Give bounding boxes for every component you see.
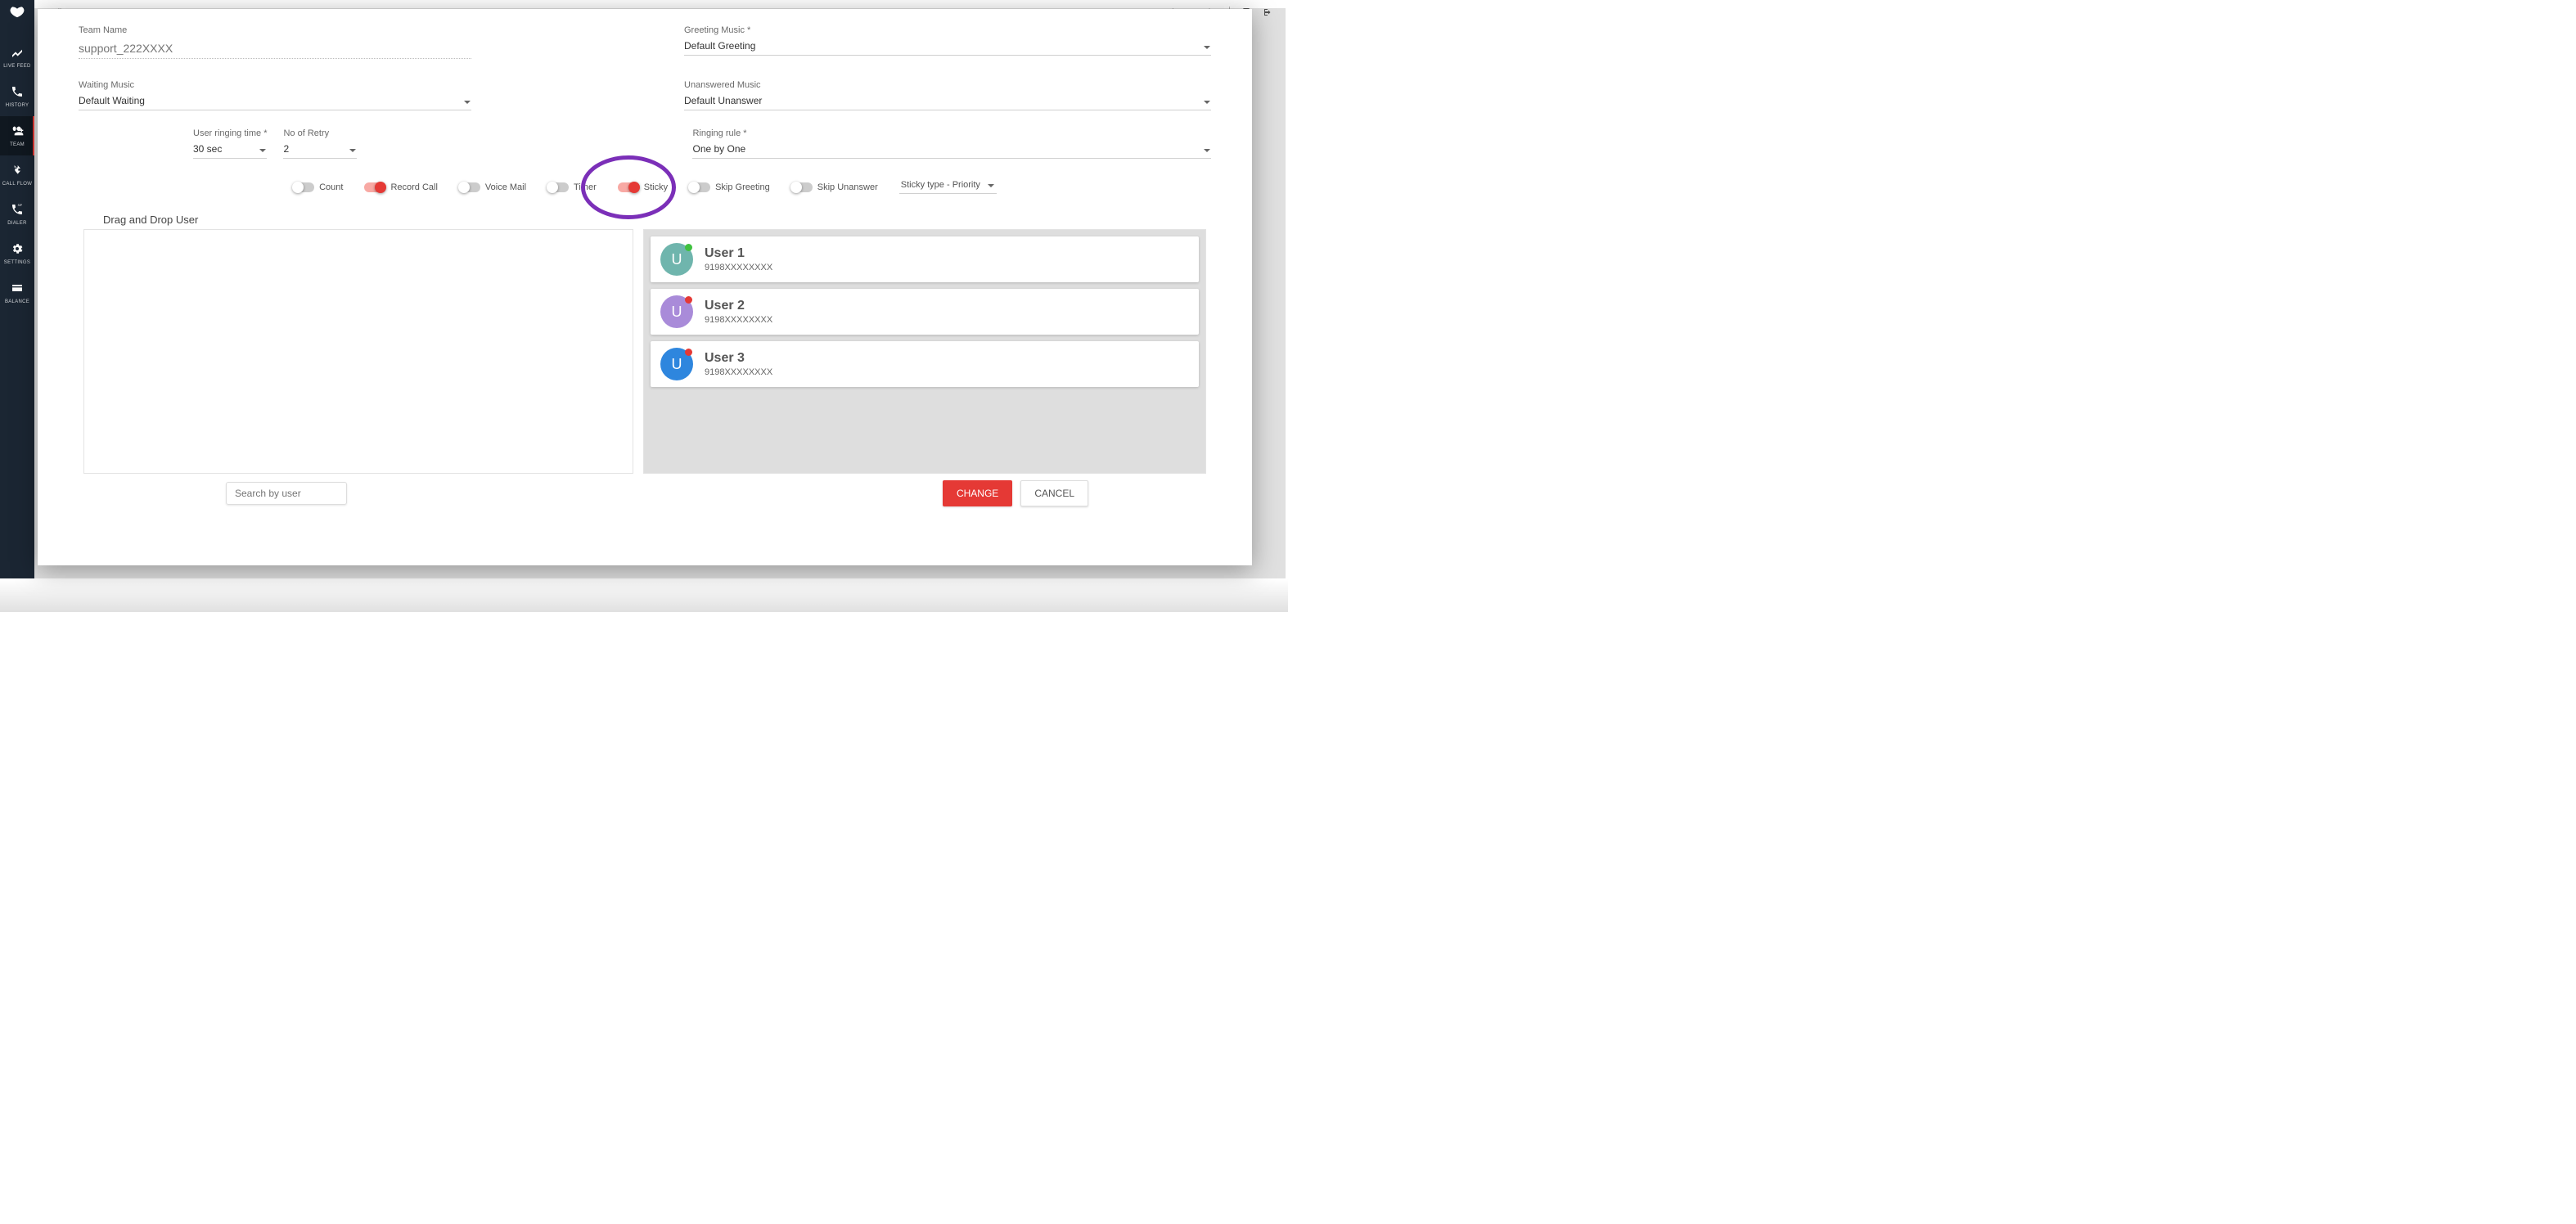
- sidebar-item-label: BALANCE: [5, 299, 29, 304]
- sidebar-item-settings[interactable]: SETTINGS: [0, 234, 34, 273]
- bottom-shadow: [0, 579, 1288, 612]
- toggle-count[interactable]: [293, 182, 314, 192]
- search-user-wrap[interactable]: [226, 482, 347, 505]
- sidebar-item-label: DIALER: [7, 221, 26, 226]
- team-name-label: Team Name: [79, 25, 471, 35]
- presence-status-icon: [685, 296, 692, 304]
- toggle-voice-mail-label: Voice Mail: [485, 182, 526, 192]
- toggles-row: Count Record Call Voice Mail Timer Stick…: [79, 180, 1211, 194]
- chevron-down-icon: [1203, 43, 1211, 52]
- user-card[interactable]: U User 3 9198XXXXXXXX: [651, 341, 1199, 387]
- ringing-time-label: User ringing time *: [193, 128, 267, 138]
- chevron-down-icon: [1203, 146, 1211, 155]
- sidebar-item-label: HISTORY: [6, 103, 29, 108]
- sidebar-item-dialer[interactable]: SIP DIALER: [0, 195, 34, 234]
- toggle-record-call[interactable]: [364, 182, 385, 192]
- chevron-down-icon: [1203, 98, 1211, 106]
- team-edit-modal: Team Name Greeting Music * Default Greet…: [38, 9, 1252, 565]
- ringing-time-select[interactable]: 30 sec: [193, 143, 267, 159]
- sticky-type-select[interactable]: Sticky type - Priority: [899, 180, 997, 194]
- toggle-skip-unanswer-label: Skip Unanswer: [817, 182, 878, 192]
- greeting-music-label: Greeting Music *: [684, 25, 1211, 35]
- user-name: User 3: [705, 351, 772, 366]
- timeline-icon: [11, 46, 24, 59]
- chevron-down-icon: [987, 182, 995, 190]
- waiting-music-label: Waiting Music: [79, 80, 471, 90]
- toggle-skip-unanswer[interactable]: [791, 182, 813, 192]
- user-phone: 9198XXXXXXXX: [705, 263, 772, 272]
- sidebar-item-label: SETTINGS: [4, 260, 30, 265]
- drag-drop-label: Drag and Drop User: [103, 214, 1211, 226]
- presence-status-icon: [685, 244, 692, 251]
- sidebar: LIVE FEED HISTORY TEAM CALL FLOW SIP DIA…: [0, 0, 34, 578]
- retry-select[interactable]: 2: [283, 143, 357, 159]
- card-icon: [11, 281, 24, 295]
- sticky-type-value: Sticky type - Priority: [901, 180, 980, 190]
- unanswered-music-select[interactable]: Default Unanswer: [684, 95, 1211, 110]
- toggle-timer-label: Timer: [574, 182, 597, 192]
- toggle-record-call-label: Record Call: [390, 182, 437, 192]
- sidebar-item-label: LIVE FEED: [3, 64, 30, 69]
- search-user-input[interactable]: [235, 488, 362, 499]
- user-name: User 2: [705, 299, 772, 313]
- phone-icon: [11, 85, 24, 98]
- toggle-sticky[interactable]: [618, 182, 639, 192]
- greeting-music-select[interactable]: Default Greeting: [684, 40, 1211, 56]
- drop-target-panel[interactable]: [83, 229, 633, 474]
- gear-icon: [11, 242, 24, 255]
- toggle-skip-greeting[interactable]: [689, 182, 710, 192]
- toggle-voice-mail[interactable]: [459, 182, 480, 192]
- user-card[interactable]: U User 2 9198XXXXXXXX: [651, 289, 1199, 335]
- avatar: U: [660, 243, 693, 276]
- toggle-count-label: Count: [319, 182, 343, 192]
- chevron-down-icon: [349, 146, 357, 155]
- branch-icon: [11, 164, 24, 177]
- unanswered-music-label: Unanswered Music: [684, 80, 1211, 90]
- people-add-icon: [11, 124, 24, 137]
- sidebar-item-label: TEAM: [10, 142, 25, 147]
- avatar: U: [660, 295, 693, 328]
- avatar: U: [660, 348, 693, 380]
- unanswered-music-value: Default Unanswer: [684, 95, 762, 106]
- change-button[interactable]: CHANGE: [943, 480, 1012, 506]
- toggle-timer[interactable]: [547, 182, 569, 192]
- user-name: User 1: [705, 246, 772, 261]
- waiting-music-select[interactable]: Default Waiting: [79, 95, 471, 110]
- sidebar-item-live-feed[interactable]: LIVE FEED: [0, 38, 34, 77]
- logo-phone-icon: [6, 5, 29, 28]
- toggle-skip-greeting-label: Skip Greeting: [715, 182, 770, 192]
- available-users-panel: U User 1 9198XXXXXXXX U User 2 9198XXXXX…: [643, 229, 1206, 474]
- sidebar-item-label: CALL FLOW: [2, 182, 33, 187]
- sip-phone-icon: SIP: [11, 203, 24, 216]
- toggle-sticky-label: Sticky: [644, 182, 668, 192]
- greeting-music-value: Default Greeting: [684, 40, 755, 52]
- waiting-music-value: Default Waiting: [79, 95, 145, 106]
- sidebar-item-balance[interactable]: BALANCE: [0, 273, 34, 313]
- chevron-down-icon: [463, 98, 471, 106]
- sidebar-item-history[interactable]: HISTORY: [0, 77, 34, 116]
- user-card[interactable]: U User 1 9198XXXXXXXX: [651, 236, 1199, 282]
- svg-text:SIP: SIP: [18, 204, 23, 207]
- cancel-button[interactable]: CANCEL: [1020, 480, 1088, 506]
- ringing-time-value: 30 sec: [193, 143, 222, 155]
- ringing-rule-select[interactable]: One by One: [692, 143, 1211, 159]
- sidebar-item-call-flow[interactable]: CALL FLOW: [0, 155, 34, 195]
- ringing-rule-label: Ringing rule *: [692, 128, 1211, 138]
- ringing-rule-value: One by One: [692, 143, 745, 155]
- retry-label: No of Retry: [283, 128, 357, 138]
- user-phone: 9198XXXXXXXX: [705, 315, 772, 325]
- user-phone: 9198XXXXXXXX: [705, 367, 772, 377]
- presence-status-icon: [685, 349, 692, 356]
- sidebar-item-team[interactable]: TEAM: [0, 116, 34, 155]
- retry-value: 2: [283, 143, 289, 155]
- team-name-input[interactable]: [79, 40, 471, 59]
- chevron-down-icon: [259, 146, 267, 155]
